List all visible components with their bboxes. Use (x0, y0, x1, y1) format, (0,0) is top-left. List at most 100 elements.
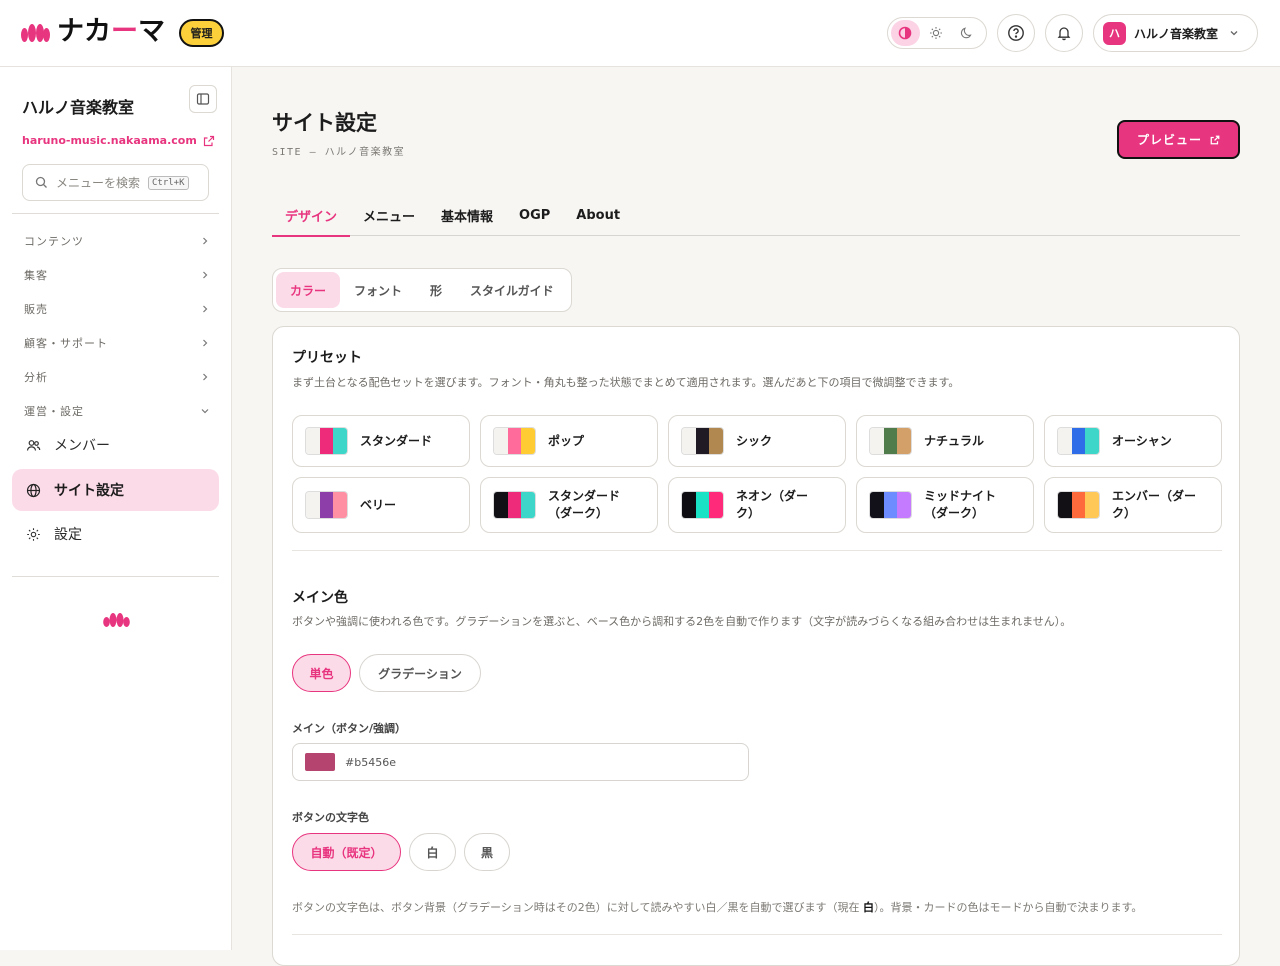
preset-card[interactable]: ネオン（ダー ク） (668, 477, 846, 533)
main-content: サイト設定 SITE — ハルノ音楽教室 プレビュー デザイン メニュー 基本情… (232, 67, 1280, 966)
search-input[interactable] (56, 175, 148, 190)
divider (12, 213, 219, 214)
theme-switch (887, 17, 987, 49)
logo[interactable]: ナカーマ (21, 18, 165, 46)
preset-name: スタンダード (360, 433, 433, 448)
sidebar-group-sales[interactable]: 販売 (24, 299, 210, 319)
preset-swatch (493, 427, 536, 455)
preset-name: ベリー (360, 497, 397, 512)
preset-card[interactable]: オーシャン (1044, 415, 1222, 467)
preset-swatch (869, 491, 912, 519)
admin-badge: 管理 (179, 19, 224, 47)
preset-card[interactable]: ベリー (292, 477, 470, 533)
preset-name: オーシャン (1112, 433, 1172, 448)
preset-swatch (681, 491, 724, 519)
subtab-color[interactable]: カラー (276, 272, 341, 308)
sidebar: ハルノ音楽教室 haruno-music.nakaama.com Ctrl+K … (0, 67, 232, 950)
mode-solid-button[interactable]: 単色 (292, 654, 351, 692)
chevron-down-icon (201, 409, 209, 414)
sidebar-group-customers[interactable]: 顧客・サポート (24, 333, 210, 353)
preset-name: エンバー（ダー ク） (1112, 489, 1197, 520)
site-url-link[interactable]: haruno-music.nakaama.com (22, 134, 215, 147)
presets-description: まず土台となる配色セットを選びます。フォント・角丸も整った状態でまとめて適用され… (292, 376, 960, 389)
preview-button[interactable]: プレビュー (1117, 120, 1240, 159)
sidebar-item-site-settings[interactable]: サイト設定 (12, 469, 219, 511)
notification-button[interactable] (1045, 14, 1083, 52)
main-color-swatch[interactable] (305, 753, 335, 771)
preset-name: ナチュラル (924, 433, 985, 448)
preset-swatch (493, 491, 536, 519)
preset-card[interactable]: エンバー（ダー ク） (1044, 477, 1222, 533)
divider (12, 576, 219, 577)
tab-about[interactable]: About (563, 194, 633, 236)
preset-swatch (869, 427, 912, 455)
chevron-down-icon (1230, 31, 1238, 36)
gear-icon (25, 526, 41, 542)
search-icon (35, 176, 47, 188)
preset-swatch (1057, 427, 1100, 455)
button-text-white-button[interactable]: 白 (409, 833, 456, 871)
preset-card[interactable]: ミッドナイト （ダーク） (856, 477, 1034, 533)
main-color-heading: メイン色 (292, 590, 348, 606)
divider (292, 934, 1222, 935)
button-text-auto-button[interactable]: 自動（既定） (292, 833, 401, 871)
search-shortcut: Ctrl+K (148, 175, 189, 190)
preset-card[interactable]: スタンダード (292, 415, 470, 467)
preset-name: ミッドナイト （ダーク） (924, 489, 997, 520)
chevron-right-icon (203, 305, 208, 313)
preset-swatch (305, 427, 348, 455)
main-color-description: ボタンや強調に使われる色です。グラデーションを選ぶと、ベース色から調和する2色を… (292, 615, 1072, 628)
divider (292, 550, 1222, 551)
chevron-right-icon (203, 373, 208, 381)
subtab-shape[interactable]: 形 (416, 272, 456, 308)
help-button[interactable] (997, 14, 1035, 52)
main-color-field[interactable]: #b5456e (292, 743, 749, 781)
members-icon (25, 437, 41, 453)
moon-icon[interactable] (952, 20, 981, 46)
chevron-right-icon (203, 339, 208, 347)
sidebar-group-marketing[interactable]: 集客 (24, 265, 210, 285)
page-tabs: デザイン メニュー 基本情報 OGP About (272, 194, 1240, 237)
color-settings-card: プリセット まず土台となる配色セットを選びます。フォント・角丸も整った状態でまと… (272, 326, 1240, 966)
tab-menu[interactable]: メニュー (350, 194, 428, 236)
chevron-right-icon (203, 237, 208, 245)
mode-gradient-button[interactable]: グラデーション (359, 654, 481, 692)
top-bar: ナカーマ 管理 ハ ハルノ音楽教室 (0, 0, 1280, 67)
tab-ogp[interactable]: OGP (506, 194, 563, 236)
chevron-right-icon (203, 271, 208, 279)
sidebar-group-analytics[interactable]: 分析 (24, 367, 210, 387)
globe-icon (25, 482, 41, 498)
tab-basic-info[interactable]: 基本情報 (428, 194, 506, 236)
preset-name: ポップ (548, 433, 585, 448)
preset-swatch (305, 491, 348, 519)
button-text-color-label: ボタンの文字色 (292, 811, 369, 824)
subtab-style-guide[interactable]: スタイルガイド (456, 272, 568, 308)
sidebar-item-settings[interactable]: 設定 (12, 513, 219, 555)
preset-name: シック (736, 433, 773, 448)
contrast-icon[interactable] (891, 20, 920, 46)
subtab-font[interactable]: フォント (340, 272, 416, 308)
tab-design[interactable]: デザイン (272, 194, 351, 237)
main-color-label: メイン（ボタン/強調） (292, 722, 407, 735)
button-text-black-button[interactable]: 黒 (464, 833, 510, 871)
account-avatar: ハ (1103, 21, 1126, 45)
logo-people-icon (21, 22, 51, 42)
preset-swatch (1057, 491, 1100, 519)
preset-card[interactable]: ポップ (480, 415, 658, 467)
design-subtabs: カラー フォント 形 スタイルガイド (272, 268, 572, 312)
sidebar-group-contents[interactable]: コンテンツ (24, 231, 210, 251)
preset-card[interactable]: スタンダード （ダーク） (480, 477, 658, 533)
external-link-icon (203, 135, 214, 146)
account-name: ハルノ音楽教室 (1134, 26, 1219, 41)
sidebar-item-members[interactable]: メンバー (12, 424, 219, 466)
sidebar-group-operations[interactable]: 運営・設定 (24, 401, 210, 421)
main-color-value: #b5456e (345, 755, 396, 769)
sidebar-toggle-button[interactable] (189, 85, 217, 113)
page-subtitle: SITE — ハルノ音楽教室 (272, 147, 406, 158)
presets-heading: プリセット (292, 350, 362, 366)
preset-card[interactable]: ナチュラル (856, 415, 1034, 467)
sun-icon[interactable] (922, 20, 951, 46)
sidebar-site-name: ハルノ音楽教室 (22, 98, 135, 117)
preset-card[interactable]: シック (668, 415, 846, 467)
account-menu[interactable]: ハ ハルノ音楽教室 (1093, 14, 1258, 52)
